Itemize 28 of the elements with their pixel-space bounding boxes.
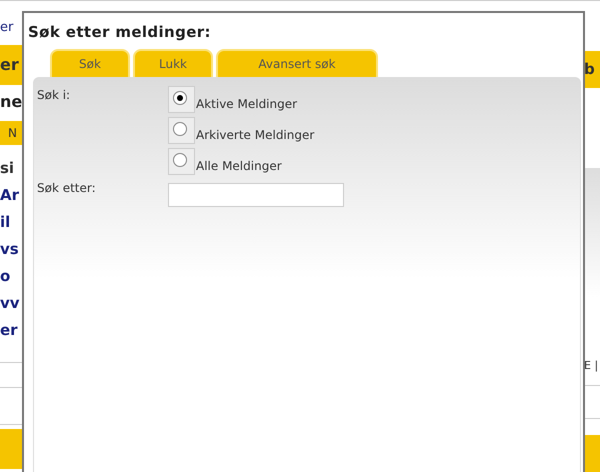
search-in-label: Søk i: [37,87,72,104]
link-fragment[interactable]: vv [0,290,22,317]
text-fragment: ne [0,91,22,113]
link-fragment[interactable]: er [0,17,22,39]
tab-fragment[interactable]: N [0,121,22,145]
tab[interactable]: Søk [50,49,130,77]
link-fragment[interactable]: vs [0,236,22,263]
radio-label: Arkiverte Meldinger [196,127,314,144]
tab[interactable]: Avansert søk [216,49,378,77]
footer-bar [0,429,22,469]
link-fragment[interactable]: Ar [0,182,22,209]
link-fragment[interactable]: er [0,317,22,344]
radio-label: Alle Meldinger [196,158,282,175]
text-fragment: si [0,158,16,180]
dialog-title: Søk etter meldinger: [27,22,212,43]
footer-text: E | [584,358,600,374]
radio-button[interactable] [173,122,187,136]
link-fragment[interactable]: il [0,209,22,236]
radio-button[interactable] [173,91,187,105]
link-fragment[interactable]: o [0,263,22,290]
search-for-label: Søk etter: [37,180,97,197]
radio-label: Aktive Meldinger [196,96,298,113]
header-bar: b [584,51,600,88]
radio-button[interactable] [173,153,187,167]
footer-bar [584,434,600,472]
header-bar: er [0,45,22,85]
tab[interactable]: Lukk [133,49,213,77]
search-field[interactable] [168,183,344,207]
